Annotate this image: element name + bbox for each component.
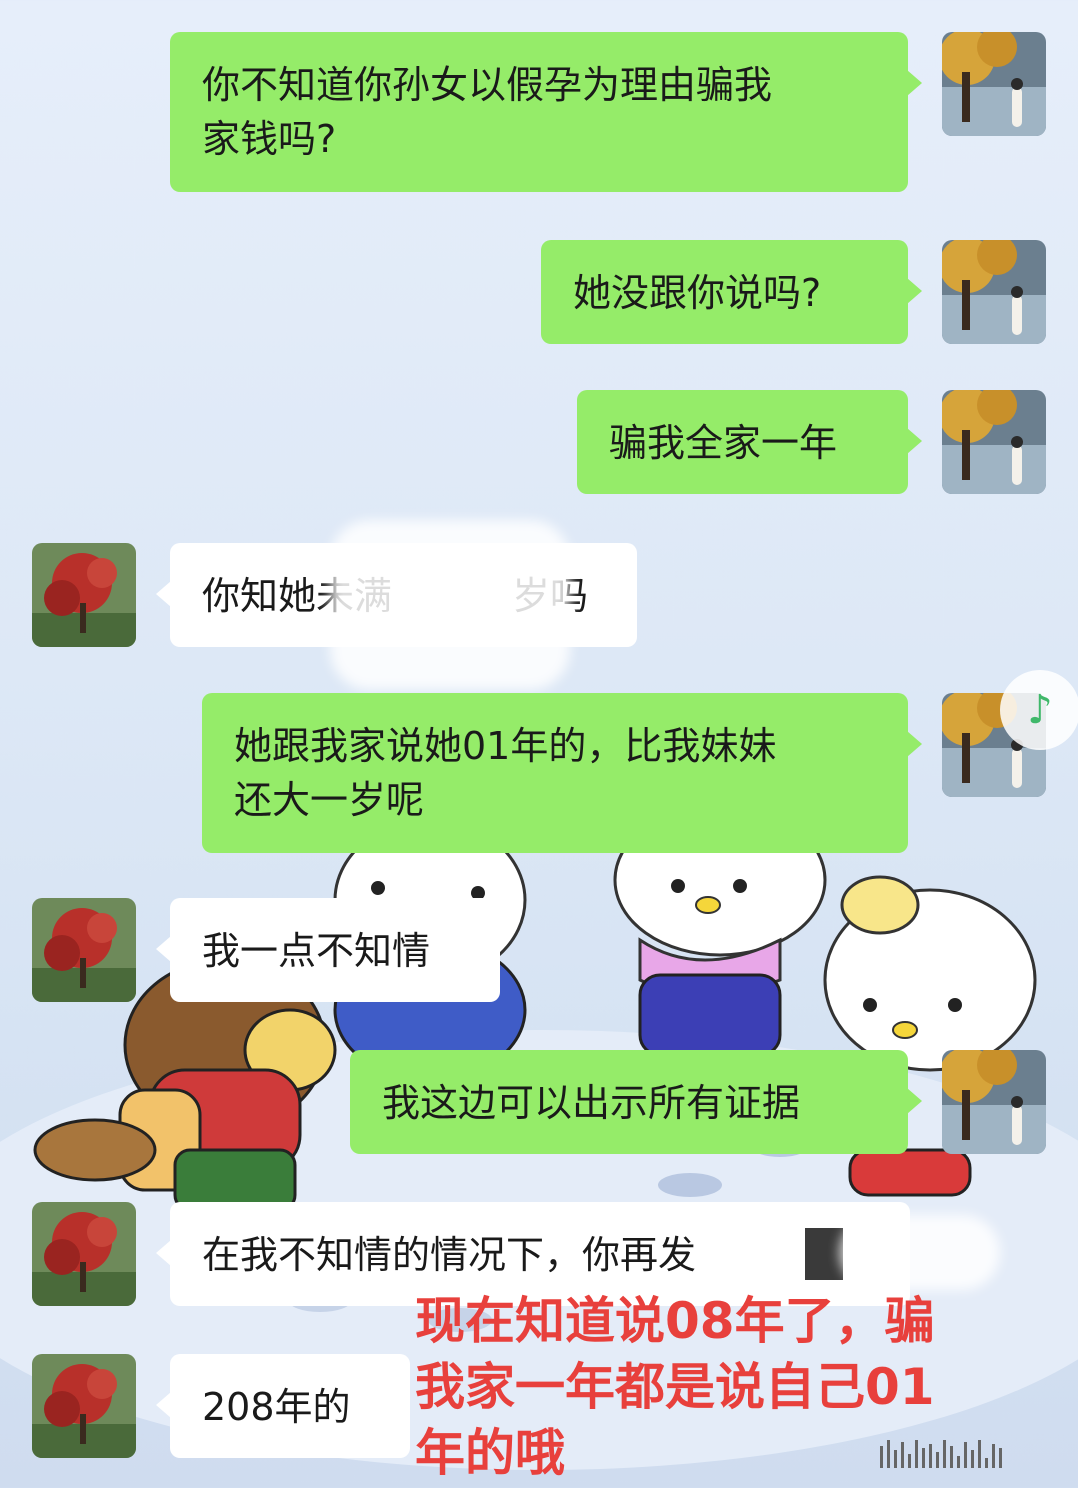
self-avatar[interactable] xyxy=(942,390,1046,494)
avatar-red-maple-icon xyxy=(32,543,136,647)
avatar-red-maple-icon xyxy=(32,1202,136,1306)
contact-avatar[interactable] xyxy=(32,543,136,647)
message-bubble-received[interactable]: 我一点不知情 xyxy=(156,898,500,1002)
message-bubble-sent[interactable]: 你不知道你孙女以假孕为理由骗我 家钱吗? xyxy=(170,32,922,192)
avatar-woman-autumn-icon xyxy=(942,240,1046,344)
blur-mask xyxy=(840,1215,1000,1290)
message-bubble-sent[interactable]: 我这边可以出示所有证据 xyxy=(350,1050,922,1154)
watermark-barcode xyxy=(880,1438,1060,1468)
contact-avatar[interactable] xyxy=(32,898,136,1002)
self-avatar[interactable] xyxy=(942,240,1046,344)
avatar-woman-autumn-icon xyxy=(942,32,1046,136)
avatar-woman-autumn-icon xyxy=(942,1050,1046,1154)
redaction-mark xyxy=(805,1228,843,1280)
contact-avatar[interactable] xyxy=(32,1354,136,1458)
self-avatar[interactable] xyxy=(942,1050,1046,1154)
message-bubble-received[interactable]: 208年的 xyxy=(156,1354,410,1458)
self-avatar[interactable] xyxy=(942,32,1046,136)
avatar-woman-autumn-icon xyxy=(942,390,1046,494)
avatar-red-maple-icon xyxy=(32,898,136,1002)
blur-mask xyxy=(330,520,570,690)
avatar-red-maple-icon xyxy=(32,1354,136,1458)
contact-avatar[interactable] xyxy=(32,1202,136,1306)
message-bubble-sent[interactable]: 骗我全家一年 xyxy=(577,390,922,494)
message-bubble-sent[interactable]: 她没跟你说吗? xyxy=(541,240,922,344)
music-note-icon[interactable]: ♪ xyxy=(1000,670,1078,750)
message-bubble-sent[interactable]: 她跟我家说她01年的，比我妹妹 还大一岁呢 xyxy=(202,693,922,853)
